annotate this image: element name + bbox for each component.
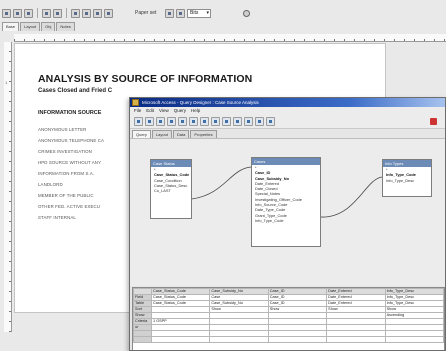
help-icon[interactable]	[243, 9, 250, 17]
report-subtitle[interactable]: Cases Closed and Fried C	[38, 88, 112, 94]
window-title-bar[interactable]: Microsoft Access - Query Designer : Case…	[130, 98, 445, 107]
grid-cell[interactable]	[326, 336, 386, 343]
show-table-icon[interactable]	[178, 117, 187, 126]
paste-icon[interactable]	[93, 8, 102, 18]
field-item[interactable]: Info_Type_Code	[252, 218, 320, 223]
window-title: Microsoft Access - Query Designer : Case…	[142, 100, 259, 105]
save-query-icon[interactable]	[134, 117, 143, 126]
report-item[interactable]: INFORMATION FROM S.A.	[38, 168, 104, 179]
table-title[interactable]: Case Status	[151, 160, 191, 167]
new-icon[interactable]	[2, 8, 11, 18]
app-icon	[132, 99, 139, 106]
field-item[interactable]: Info_Type_Desc	[383, 178, 431, 183]
menu-file[interactable]: File	[134, 107, 141, 115]
cut-icon[interactable]	[71, 8, 80, 18]
report-section-header[interactable]: INFORMATION SOURCE	[38, 110, 101, 116]
report-item[interactable]: ANONYMOUS TELEPHONE CA	[38, 135, 104, 146]
print-icon[interactable]	[42, 8, 51, 18]
open-icon[interactable]	[13, 8, 22, 18]
table-title[interactable]: Info Types	[383, 160, 431, 167]
menu-view[interactable]: View	[159, 107, 169, 115]
report-item[interactable]: HPD SOURCE WITHOUT ANY	[38, 157, 104, 168]
vertical-ruler	[4, 42, 12, 332]
query-grid: Case_Status_Code Case_Subsidy_No Case_ID…	[132, 287, 445, 350]
table-case-status[interactable]: Case Status * Case_Status_Code Case_Cond…	[150, 159, 192, 219]
tab-obj[interactable]: Obj	[41, 22, 56, 31]
field-item[interactable]: Case_Status_Code	[151, 172, 191, 177]
report-toolbar: Paper set Bits	[2, 6, 302, 20]
tab-layout[interactable]: Layout	[151, 130, 172, 138]
table-title[interactable]: Cases	[252, 158, 320, 165]
close-icon[interactable]	[430, 118, 437, 125]
query-designer-window: Microsoft Access - Query Designer : Case…	[129, 97, 446, 351]
report-tabs: Base Layout Obj Notes	[2, 22, 75, 32]
toolbar-divider	[66, 8, 67, 18]
table-info-types[interactable]: Info Types * Info_Type_Code Info_Type_De…	[382, 159, 432, 197]
report-item[interactable]: STAFF INTERNAL	[38, 212, 104, 223]
save-icon[interactable]	[24, 8, 33, 18]
grid-cell[interactable]	[267, 336, 328, 343]
report-item[interactable]: MEMBER OF THE PUBLIC	[38, 190, 104, 201]
menu-query[interactable]: Query	[174, 107, 186, 115]
grid-body: Field Case_Status_Code Case Case_ID Date_Ent…	[133, 294, 445, 343]
report-item-list: ANONYMOUS LETTER ANONYMOUS TELEPHONE CA …	[38, 124, 104, 223]
query-toolbar	[130, 115, 445, 129]
relationship-line	[319, 176, 383, 218]
ruler-number: 1	[5, 80, 8, 85]
font-size-select[interactable]: Bits	[187, 8, 211, 18]
table-diagram-pane: Case Status * Case_Status_Code Case_Cond…	[130, 138, 445, 286]
preview-icon[interactable]	[53, 8, 62, 18]
tab-data[interactable]: Data	[172, 130, 190, 138]
grid-cell[interactable]	[384, 336, 445, 343]
copy-icon[interactable]	[167, 117, 176, 126]
table-row	[133, 336, 445, 343]
properties-icon[interactable]	[233, 117, 242, 126]
report-item[interactable]: CRIMES INVESTIGATION	[38, 146, 104, 157]
zoom-icon[interactable]	[266, 117, 275, 126]
tab-layout[interactable]: Layout	[20, 22, 41, 31]
report-item[interactable]: OTHER FED. ACTIVE EXECU	[38, 201, 104, 212]
query-tabs: Query Layout Data Properties	[130, 129, 445, 138]
tab-properties[interactable]: Properties	[190, 130, 217, 138]
toolbar-divider	[37, 8, 38, 18]
print-icon[interactable]	[156, 117, 165, 126]
font-name-field[interactable]: Paper set	[133, 9, 163, 18]
query-grid-table: Case_Status_Code Case_Subsidy_No Case_ID…	[133, 288, 445, 343]
first-record-icon[interactable]	[104, 8, 113, 18]
field-item[interactable]: Co_LAST	[151, 188, 191, 193]
run-query-icon[interactable]	[145, 117, 154, 126]
table-cases[interactable]: Cases * Case_ID Case_Subsidy_No Date_Ent…	[251, 157, 321, 247]
grid-cell[interactable]	[150, 336, 211, 343]
menu-help[interactable]: Help	[191, 107, 200, 115]
menu-edit[interactable]: Edit	[146, 107, 154, 115]
relationships-icon[interactable]	[255, 117, 264, 126]
bold-icon[interactable]	[165, 8, 174, 18]
report-title[interactable]: ANALYSIS BY SOURCE OF INFORMATION	[38, 73, 252, 85]
menu-bar: File Edit View Query Help	[130, 107, 445, 115]
horizontal-ruler	[14, 34, 446, 42]
italic-icon[interactable]	[176, 8, 185, 18]
sql-view-icon[interactable]	[200, 117, 209, 126]
build-icon[interactable]	[244, 117, 253, 126]
grid-cell[interactable]	[209, 336, 269, 343]
grid-row-label	[133, 336, 152, 343]
totals-icon[interactable]	[189, 117, 198, 126]
design-view-icon[interactable]	[222, 117, 231, 126]
report-item[interactable]: LANDLORD	[38, 179, 104, 190]
datasheet-icon[interactable]	[211, 117, 220, 126]
tab-query[interactable]: Query	[132, 130, 151, 138]
report-item[interactable]: ANONYMOUS LETTER	[38, 124, 104, 135]
relationship-line	[191, 166, 252, 200]
tab-base[interactable]: Base	[2, 22, 20, 31]
tab-notes[interactable]: Notes	[56, 22, 75, 31]
copy-icon[interactable]	[82, 8, 91, 18]
